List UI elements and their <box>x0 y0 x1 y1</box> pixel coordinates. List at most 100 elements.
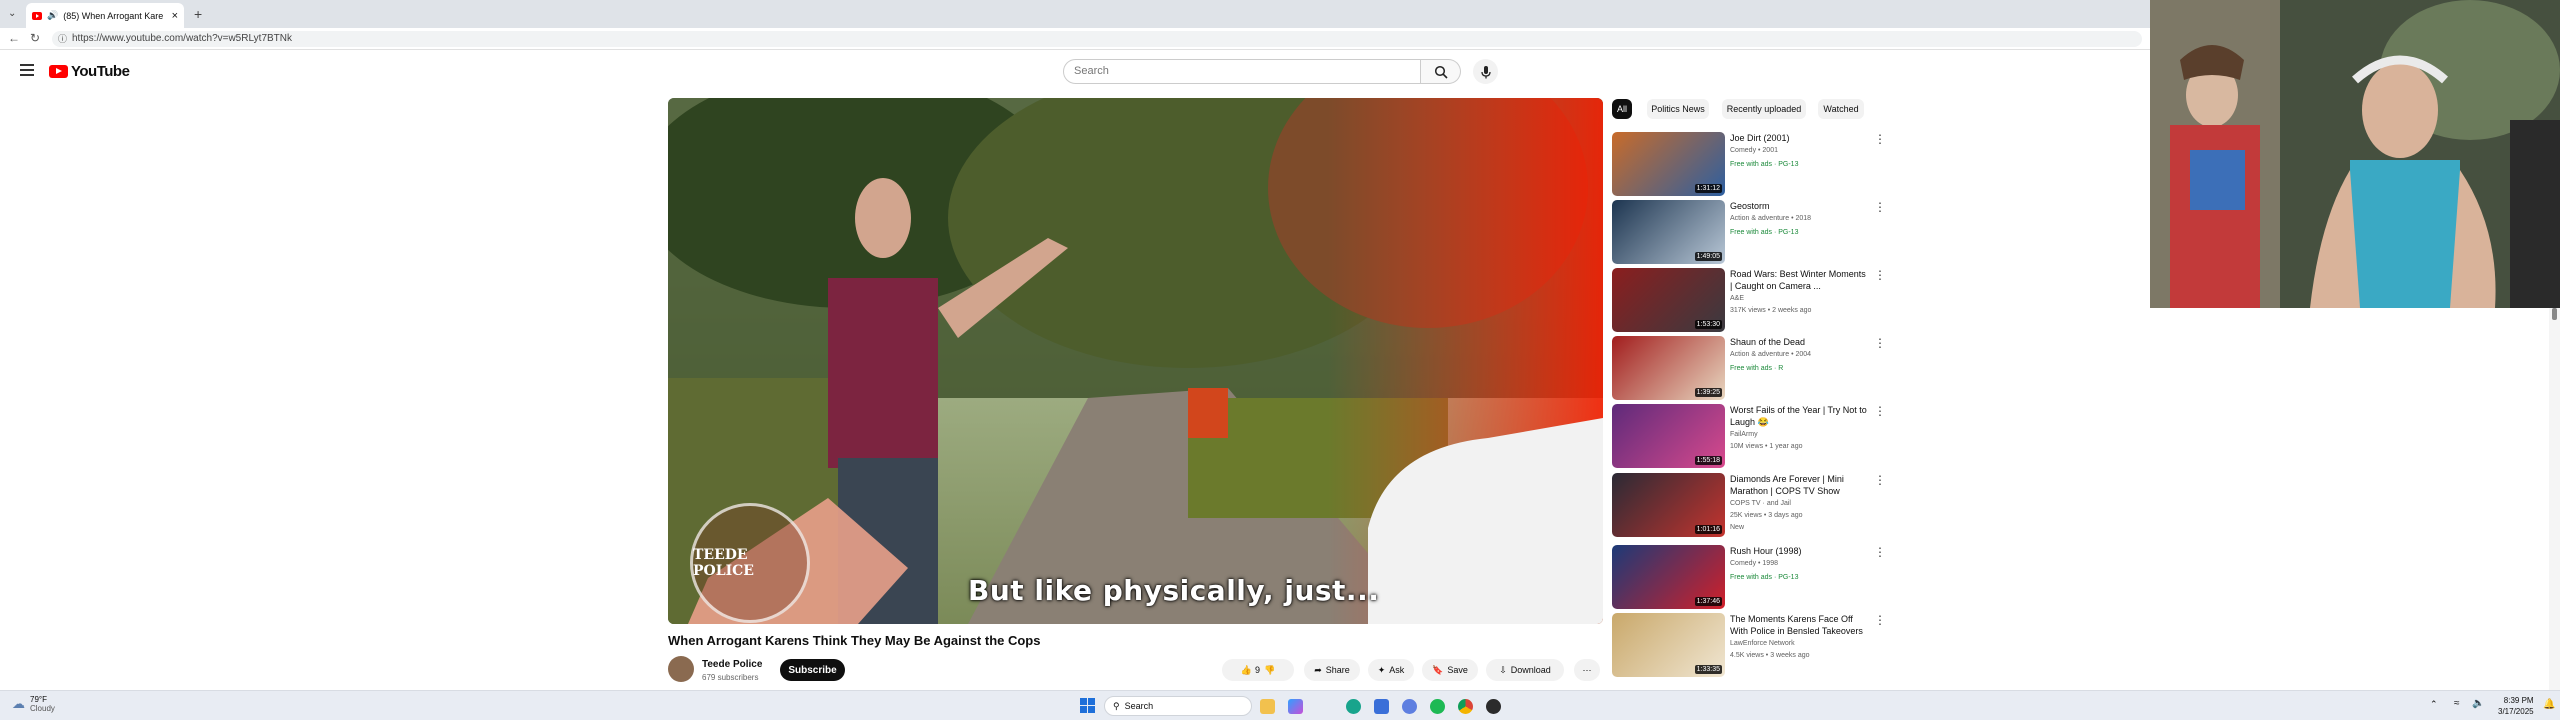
search-button[interactable] <box>1421 59 1461 84</box>
more-vertical-icon[interactable]: ⋮ <box>1874 201 1886 213</box>
recommendation-item[interactable]: 1:55:18 Worst Fails of the Year | Try No… <box>1612 404 1886 470</box>
weather-condition: Cloudy <box>30 704 55 713</box>
youtube-logo[interactable]: YouTube <box>49 63 130 80</box>
recommendation-meta: 4.5K views • 3 weeks ago <box>1730 652 1810 659</box>
youtube-play-icon <box>49 65 68 78</box>
recommendation-item[interactable]: 1:53:30 Road Wars: Best Winter Moments |… <box>1612 268 1886 334</box>
menu-icon[interactable] <box>20 64 34 76</box>
copilot-icon[interactable] <box>1288 699 1303 714</box>
chip-politics-news[interactable]: Politics News <box>1647 99 1709 119</box>
channel-name[interactable]: Teede Police <box>702 659 762 670</box>
recommendation-item[interactable]: 1:01:16 Diamonds Are Forever | Mini Mara… <box>1612 473 1886 539</box>
recommendation-meta: COPS TV · and Jail <box>1730 500 1791 507</box>
more-vertical-icon[interactable]: ⋮ <box>1874 269 1886 281</box>
recommendation-meta: FailArmy <box>1730 431 1758 438</box>
cloud-icon: ☁ <box>12 696 25 711</box>
thumbnail[interactable]: 1:31:12 <box>1612 132 1725 196</box>
recommendation-meta: 10M views • 1 year ago <box>1730 443 1803 450</box>
more-vertical-icon[interactable]: ⋮ <box>1874 546 1886 558</box>
site-info-icon[interactable]: ⓘ <box>58 31 67 47</box>
edge-icon[interactable] <box>1346 699 1361 714</box>
channel-avatar[interactable] <box>668 656 694 682</box>
thumbnail[interactable]: 1:01:16 <box>1612 473 1725 537</box>
ask-button[interactable]: ✦ Ask <box>1368 659 1414 681</box>
download-button[interactable]: ⇩ Download <box>1486 659 1564 681</box>
spotify-icon[interactable] <box>1430 699 1445 714</box>
bookmark-icon: 🔖 <box>1432 664 1444 675</box>
windows-taskbar: ☁ 79°F Cloudy ⚲ Search ⌃ ≈ 🔈 8:39 PM 3/1… <box>0 690 2560 720</box>
chrome-icon[interactable] <box>1458 699 1473 714</box>
recommendation-item[interactable]: 1:49:05 Geostorm Action & adventure • 20… <box>1612 200 1886 266</box>
save-button[interactable]: 🔖 Save <box>1422 659 1478 681</box>
browser-icon[interactable] <box>1402 699 1417 714</box>
chip-watched[interactable]: Watched <box>1818 99 1864 119</box>
scrollbar-thumb[interactable] <box>2552 308 2557 320</box>
download-label: Download <box>1510 665 1551 675</box>
more-actions-button[interactable]: ⋯ <box>1574 659 1600 681</box>
new-tab-button[interactable]: + <box>194 6 202 22</box>
share-label: Share <box>1325 665 1350 675</box>
sparkle-icon: ✦ <box>1377 664 1386 675</box>
search-input[interactable]: Search <box>1063 59 1421 84</box>
voice-search-button[interactable] <box>1473 59 1498 84</box>
weather-widget[interactable]: ☁ 79°F Cloudy <box>12 695 55 713</box>
windows-start-icon[interactable] <box>1080 698 1095 713</box>
dislike-button[interactable]: 👎 <box>1264 665 1275 676</box>
thumbnail[interactable]: 1:33:35 <box>1612 613 1725 677</box>
subscribe-button[interactable]: Subscribe <box>780 659 845 681</box>
close-tab-icon[interactable]: × <box>172 10 178 22</box>
chip-all[interactable]: All <box>1612 99 1632 119</box>
clock[interactable]: 8:39 PM 3/17/2025 <box>2498 695 2534 717</box>
video-title: When Arrogant Karens Think They May Be A… <box>668 633 1041 648</box>
wifi-icon[interactable]: ≈ <box>2454 698 2460 709</box>
obs-icon[interactable] <box>1486 699 1501 714</box>
notification-bell-icon[interactable]: 🔔 <box>2543 699 2555 710</box>
recommendation-item[interactable]: 1:31:12 Joe Dirt (2001) Comedy • 2001 Fr… <box>1612 132 1886 198</box>
more-vertical-icon[interactable]: ⋮ <box>1874 614 1886 626</box>
recommendation-title: Geostorm <box>1730 201 1770 211</box>
thumbnail[interactable]: 1:49:05 <box>1612 200 1725 264</box>
volume-icon[interactable]: 🔈 <box>2472 698 2484 709</box>
taskbar-search[interactable]: ⚲ Search <box>1104 696 1252 716</box>
recommendation-meta: Comedy • 1998 <box>1730 560 1778 567</box>
recommendation-meta: Action & adventure • 2018 <box>1730 215 1812 222</box>
store-icon[interactable] <box>1374 699 1389 714</box>
more-vertical-icon[interactable]: ⋮ <box>1874 133 1886 145</box>
recommendation-title: Rush Hour (1998) <box>1730 546 1802 556</box>
browser-tab-bar: ⌄ 🔊 (85) When Arrogant Karens × + <box>0 0 2150 28</box>
speaker-icon[interactable]: 🔊 <box>47 10 58 21</box>
more-vertical-icon[interactable]: ⋮ <box>1874 405 1886 417</box>
like-button[interactable]: 👍 9 <box>1241 665 1260 676</box>
url-text: https://www.youtube.com/watch?v=w5RLyt7B… <box>72 33 292 44</box>
recommendation-item[interactable]: 1:33:35 The Moments Karens Face Off With… <box>1612 613 1886 679</box>
reload-icon[interactable]: ↻ <box>30 31 40 45</box>
thumbnail[interactable]: 1:53:30 <box>1612 268 1725 332</box>
thumbnail[interactable]: 1:39:25 <box>1612 336 1725 400</box>
chip-recently-uploaded[interactable]: Recently uploaded <box>1722 99 1806 119</box>
url-field[interactable]: ⓘ https://www.youtube.com/watch?v=w5RLyt… <box>52 31 2142 47</box>
webcam-overlay <box>2150 0 2560 308</box>
chevron-down-icon[interactable]: ⌄ <box>8 8 16 19</box>
browser-tab-active[interactable]: 🔊 (85) When Arrogant Karens × <box>26 3 184 28</box>
chevron-up-icon[interactable]: ⌃ <box>2430 699 2438 710</box>
recommendation-item[interactable]: 1:39:25 Shaun of the Dead Action & adven… <box>1612 336 1886 402</box>
recommendation-meta: 25K views • 3 days ago <box>1730 512 1803 519</box>
duration-badge: 1:55:18 <box>1694 456 1722 465</box>
thumbs-up-icon: 👍 <box>1240 664 1252 675</box>
youtube-favicon-icon <box>32 11 42 20</box>
share-button[interactable]: ➦ Share <box>1304 659 1360 681</box>
recommendation-meta: Free with ads · PG-13 <box>1730 229 1799 236</box>
file-explorer-icon[interactable] <box>1260 699 1275 714</box>
date-text: 3/17/2025 <box>2498 707 2534 716</box>
search-icon: ⚲ <box>1113 700 1120 711</box>
more-vertical-icon[interactable]: ⋮ <box>1874 337 1886 349</box>
download-icon: ⇩ <box>1499 664 1507 675</box>
thumbnail[interactable]: 1:37:46 <box>1612 545 1725 609</box>
duration-badge: 1:01:16 <box>1694 525 1722 534</box>
recommendation-item[interactable]: 1:37:46 Rush Hour (1998) Comedy • 1998 F… <box>1612 545 1886 611</box>
back-arrow-icon[interactable]: ← <box>8 31 20 45</box>
thumbnail[interactable]: 1:55:18 <box>1612 404 1725 468</box>
video-player[interactable]: TEEDE POLICE But like physically, just..… <box>668 98 1603 624</box>
taskbar-search-label: Search <box>1124 701 1154 711</box>
more-vertical-icon[interactable]: ⋮ <box>1874 474 1886 486</box>
